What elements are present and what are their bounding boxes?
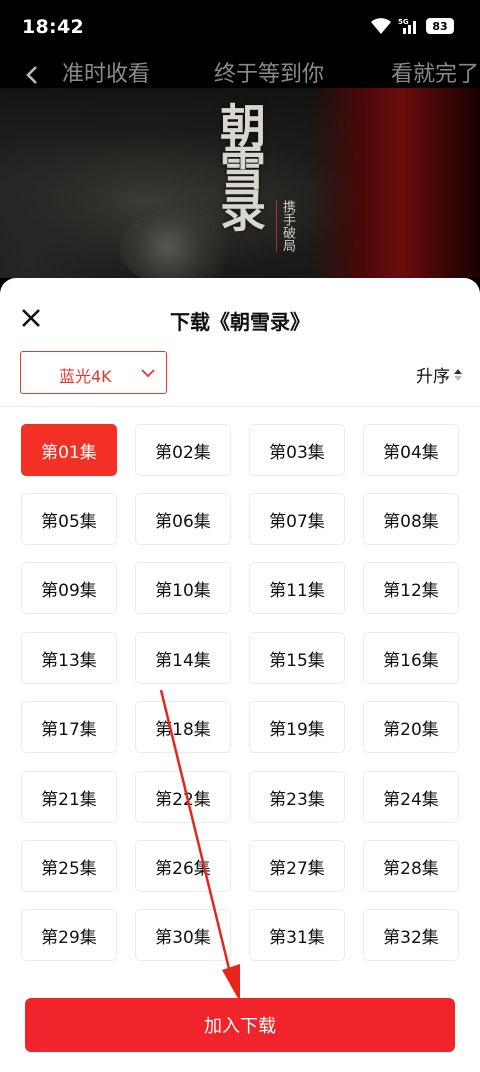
episode-button[interactable]: 第13集 (21, 632, 117, 684)
episode-button[interactable]: 第12集 (363, 562, 459, 614)
episode-button[interactable]: 第10集 (135, 562, 231, 614)
episode-button[interactable]: 第30集 (135, 909, 231, 961)
episode-button[interactable]: 第04集 (363, 424, 459, 476)
episode-button[interactable]: 第09集 (21, 562, 117, 614)
signal-icon: 5G (398, 17, 420, 35)
episode-button[interactable]: 第14集 (135, 632, 231, 684)
episode-button[interactable]: 第28集 (363, 840, 459, 892)
network-badge: 5G (398, 18, 409, 26)
episode-button[interactable]: 第05集 (21, 493, 117, 545)
banner-curtain (310, 88, 480, 278)
banner-tree-shadow (0, 88, 140, 278)
episode-button[interactable]: 第17集 (21, 701, 117, 753)
nav-tab-1[interactable]: 准时收看 (62, 56, 150, 88)
episode-button[interactable]: 第23集 (249, 771, 345, 823)
episode-button[interactable]: 第07集 (249, 493, 345, 545)
episode-button[interactable]: 第24集 (363, 771, 459, 823)
episode-button[interactable]: 第22集 (135, 771, 231, 823)
chevron-down-icon (140, 365, 156, 385)
quality-select[interactable]: 蓝光4K (20, 351, 167, 394)
episode-button[interactable]: 第18集 (135, 701, 231, 753)
nav-tab-2[interactable]: 终于等到你 (214, 56, 324, 88)
wifi-icon (370, 17, 392, 35)
status-time: 18:42 (22, 16, 84, 38)
episode-button[interactable]: 第21集 (21, 771, 117, 823)
status-icons: 5G 83 (370, 17, 454, 35)
banner-title: 朝雪录 (213, 102, 267, 228)
episode-button[interactable]: 第06集 (135, 493, 231, 545)
episode-button[interactable]: 第25集 (21, 840, 117, 892)
episode-button[interactable]: 第20集 (363, 701, 459, 753)
episode-button[interactable]: 第27集 (249, 840, 345, 892)
episode-button[interactable]: 第31集 (249, 909, 345, 961)
episode-button[interactable]: 第11集 (249, 562, 345, 614)
show-banner: 朝雪录 携手破局 (0, 88, 480, 278)
episode-button[interactable]: 第03集 (249, 424, 345, 476)
sheet-title: 下载《朝雪录》 (170, 310, 310, 334)
sort-arrows-icon (454, 368, 462, 381)
episode-button[interactable]: 第15集 (249, 632, 345, 684)
episode-button[interactable]: 第32集 (363, 909, 459, 961)
quality-label: 蓝光4K (59, 367, 112, 386)
episode-button[interactable]: 第26集 (135, 840, 231, 892)
add-download-button[interactable]: 加入下载 (25, 998, 455, 1052)
top-nav: 准时收看 终于等到你 看就完了 (0, 56, 480, 88)
episode-button[interactable]: 第08集 (363, 493, 459, 545)
nav-tab-3[interactable]: 看就完了 (391, 56, 479, 88)
banner-subtitle: 携手破局 (276, 200, 295, 252)
sort-toggle[interactable]: 升序 (416, 362, 462, 387)
battery-icon: 83 (426, 18, 454, 34)
episode-button[interactable]: 第01集 (21, 424, 117, 476)
download-sheet: 下载《朝雪录》 蓝光4K 升序 第01集 第02集 第03集 第04集第05集 第06集… (0, 278, 480, 1072)
back-arrow-icon[interactable] (22, 64, 44, 86)
episode-button[interactable]: 第19集 (249, 701, 345, 753)
sort-label: 升序 (416, 367, 450, 387)
episode-button[interactable]: 第02集 (135, 424, 231, 476)
divider (0, 406, 480, 407)
episode-button[interactable]: 第29集 (21, 909, 117, 961)
status-bar: 18:42 5G 83 (0, 0, 480, 56)
episode-button[interactable]: 第16集 (363, 632, 459, 684)
